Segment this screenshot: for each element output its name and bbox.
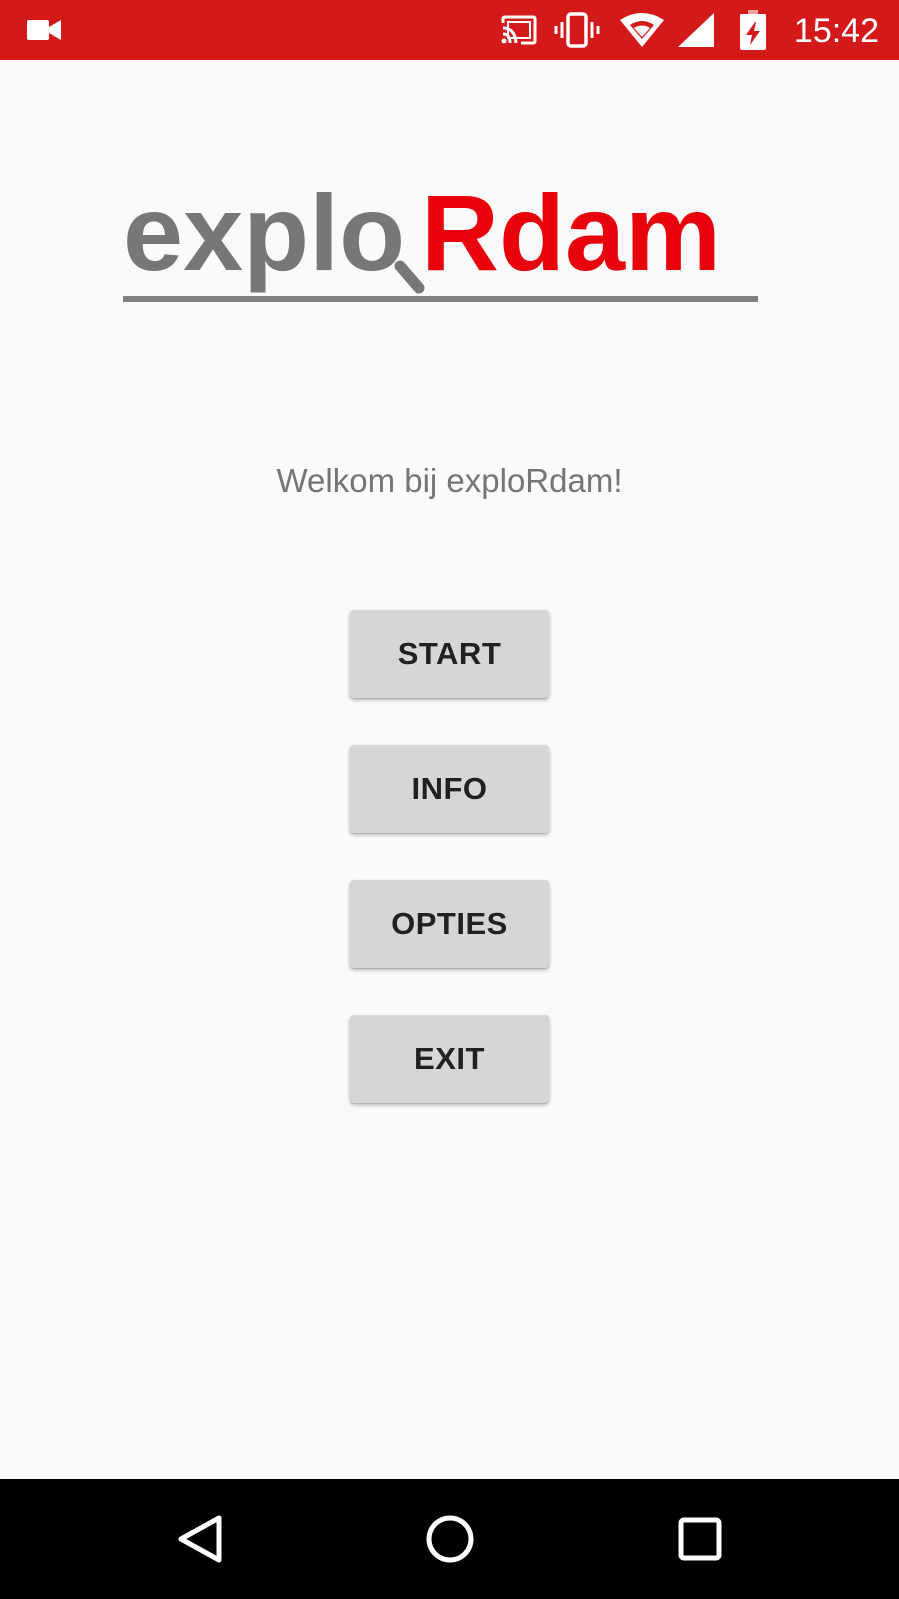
options-button[interactable]: OPTIES — [350, 880, 549, 968]
start-button[interactable]: START — [350, 610, 549, 698]
recents-icon[interactable] — [645, 1479, 755, 1599]
navigation-bar — [0, 1479, 899, 1599]
logo-text-rdam: Rdam — [421, 178, 721, 293]
info-button[interactable]: INFO — [350, 745, 549, 833]
videocam-icon — [24, 0, 64, 60]
signal-icon — [676, 0, 716, 60]
wifi-icon — [618, 0, 666, 60]
back-icon[interactable] — [145, 1479, 255, 1599]
vibrate-icon — [553, 0, 601, 60]
exit-button[interactable]: EXIT — [350, 1015, 549, 1103]
logo-text-explo: explo — [123, 178, 405, 293]
cast-icon — [498, 0, 540, 60]
home-icon[interactable] — [395, 1479, 505, 1599]
battery-charging-icon — [738, 0, 768, 60]
status-bar: 15:42 — [0, 0, 899, 60]
logo-underline — [123, 296, 758, 302]
clock: 15:42 — [793, 12, 879, 50]
welcome-text: Welkom bij exploRdam! — [276, 462, 623, 499]
app-logo: explo Rdam — [123, 178, 775, 313]
